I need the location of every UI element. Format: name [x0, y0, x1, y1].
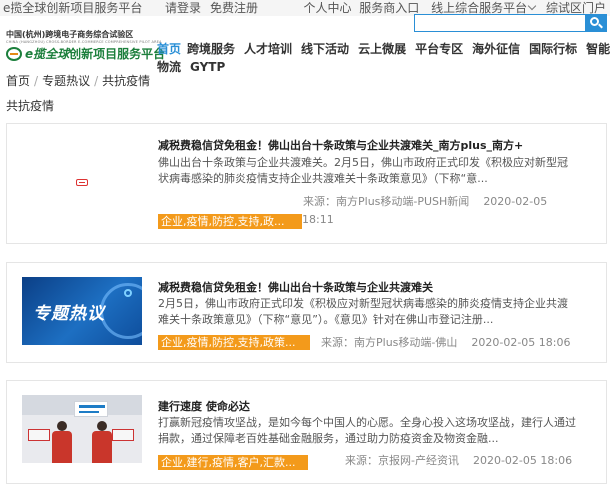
- logo-icon[interactable]: [6, 47, 22, 61]
- online-service-label: 线上综合服务平台: [431, 1, 528, 15]
- service-store-link[interactable]: 服务商入口: [359, 1, 419, 15]
- article-tags[interactable]: 企业,疫情,防控,支持,政策...: [158, 335, 310, 350]
- nanfang-logo-icon: [76, 179, 88, 186]
- logo-brand-name: e揽全球: [25, 47, 70, 61]
- article-card[interactable]: 专题热议 减税费稳信贷免租金！佛山出台十条政策与企业共渡难关 2月5日，佛山市政…: [6, 262, 607, 363]
- article-source: 来源：京报网-产经资讯: [345, 454, 459, 467]
- chevron-down-icon: [527, 1, 537, 11]
- nav-item-cloud-expo[interactable]: 云上微展: [358, 42, 406, 56]
- article-thumbnail[interactable]: [22, 148, 142, 216]
- main-nav: 首页 跨境服务 人才培训 线下活动 云上微展 平台专区 海外征信 国际行标 智能: [157, 40, 610, 57]
- breadcrumb: 首页 / 专题热议 / 共抗疫情: [6, 74, 151, 88]
- person-icon: [92, 421, 112, 463]
- user-center-link[interactable]: 个人中心: [303, 1, 351, 15]
- article-thumbnail[interactable]: [22, 395, 142, 463]
- logo-brand[interactable]: e揽全球创新项目服务平台: [25, 45, 165, 62]
- nav-item-intl-standards[interactable]: 国际行标: [529, 42, 577, 56]
- article-card[interactable]: 建行速度 使命必达 打赢新冠疫情攻坚战，是如今每个中国人的心愿。全身心投入这场攻…: [6, 380, 607, 484]
- article-summary: 2月5日，佛山市政府正式印发《积极应对新型冠状病毒感染的肺炎疫情支持企业共渡难关…: [158, 297, 568, 326]
- article-meta: 来源：京报网-产经资讯 2020-02-05 18:06: [345, 452, 572, 468]
- logo-subtitle: CHINA (HANGZHOU) CROSS-BORDER E-COMMERCE…: [6, 40, 162, 44]
- online-service-link[interactable]: 线上综合服务平台: [427, 1, 538, 15]
- article-summary: 佛山出台十条政策与企业共渡难关。2月5日，佛山市政府正式印发《积极应对新型冠状病…: [158, 156, 568, 185]
- article-tags[interactable]: 企业,疫情,防控,支持,政...: [158, 214, 302, 229]
- gateway-link[interactable]: 综试区门户: [546, 1, 606, 15]
- ccb-sign-icon: [74, 401, 108, 417]
- article-card[interactable]: 减税费稳信贷免租金！佛山出台十条政策与企业共渡难关_南方plus_南方+ 佛山出…: [6, 123, 607, 244]
- breadcrumb-home[interactable]: 首页: [6, 74, 30, 88]
- article-date: 2020-02-05: [483, 195, 548, 208]
- placard-icon: [28, 429, 50, 441]
- article-source: 来源：南方Plus移动端-PUSH新闻: [303, 195, 470, 208]
- article-title[interactable]: 减税费稳信贷免租金！佛山出台十条政策与企业共渡难关: [158, 279, 598, 295]
- nav-item-events[interactable]: 线下活动: [301, 42, 349, 56]
- article-source: 来源：南方Plus移动端-佛山: [321, 336, 458, 349]
- register-link[interactable]: 免费注册: [210, 0, 258, 16]
- nav-item-smart-logistics-cont[interactable]: 物流: [157, 60, 181, 74]
- article-summary: 打赢新冠疫情攻坚战，是如今每个中国人的心愿。全身心投入这场攻坚战，建行人通过捐款…: [158, 416, 576, 445]
- nav-item-training[interactable]: 人才培训: [244, 42, 292, 56]
- nav-item-cross-border[interactable]: 跨境服务: [187, 42, 235, 56]
- article-datetime: 2020-02-05 18:06: [472, 454, 573, 467]
- nav-item-smart-logistics[interactable]: 智能: [586, 42, 610, 56]
- site-name[interactable]: e揽全球创新项目服务平台: [3, 0, 142, 16]
- article-datetime: 2020-02-05 18:06: [471, 336, 571, 349]
- logo-brand-sub: 创新项目服务平台: [69, 47, 166, 61]
- nav-item-platform-zone[interactable]: 平台专区: [415, 42, 463, 56]
- person-icon: [52, 421, 72, 463]
- page-title: 共抗疫情: [6, 99, 55, 113]
- article-time: 18:11: [302, 213, 334, 226]
- nav-item-overseas-credit[interactable]: 海外征信: [472, 42, 520, 56]
- article-meta: 来源：南方Plus移动端-PUSH新闻 2020-02-05: [303, 193, 547, 209]
- article-tags[interactable]: 企业,建行,疫情,客户,汇款...: [158, 455, 308, 470]
- placard-icon: [112, 429, 134, 441]
- thumbnail-caption: 专题热议: [33, 304, 105, 324]
- login-link[interactable]: 请登录: [165, 0, 201, 16]
- main-nav-row2: 物流 GYTP: [157, 58, 234, 75]
- article-meta: 来源：南方Plus移动端-佛山 2020-02-05 18:06: [321, 334, 571, 350]
- logo-title[interactable]: 中国(杭州)跨境电子商务综合试验区: [6, 29, 133, 40]
- breadcrumb-current: 共抗疫情: [102, 74, 151, 88]
- article-title[interactable]: 减税费稳信贷免租金！佛山出台十条政策与企业共渡难关_南方plus_南方+: [158, 137, 598, 153]
- article-title[interactable]: 建行速度 使命必达: [158, 398, 598, 414]
- nav-item-gytp[interactable]: GYTP: [190, 60, 225, 74]
- circle-icon: [124, 289, 132, 297]
- search-box[interactable]: [414, 14, 607, 32]
- article-thumbnail[interactable]: 专题热议: [22, 277, 142, 345]
- nav-item-home[interactable]: 首页: [157, 42, 181, 56]
- breadcrumb-section[interactable]: 专题热议: [42, 74, 90, 88]
- search-button[interactable]: [585, 15, 606, 31]
